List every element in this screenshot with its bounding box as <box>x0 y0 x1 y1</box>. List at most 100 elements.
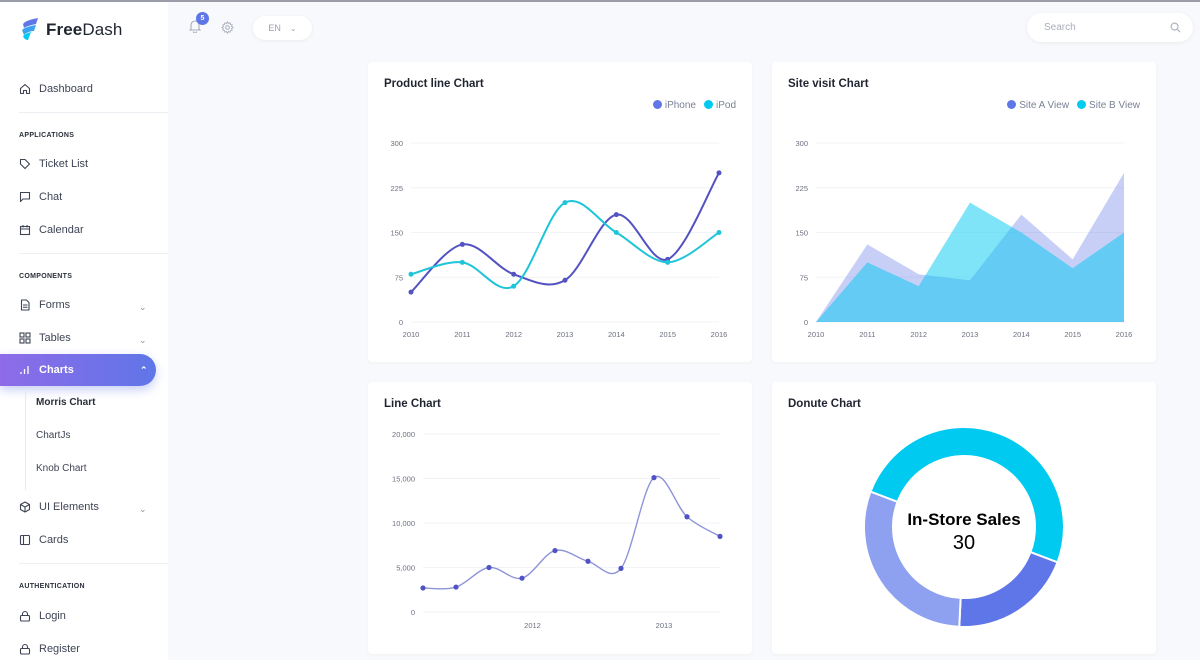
sidebar-item-label: Cards <box>39 534 69 546</box>
y-tick-label: 15,000 <box>392 475 415 484</box>
y-tick-label: 150 <box>390 229 403 238</box>
sidebar-item-label: Dashboard <box>39 83 93 95</box>
lock-icon <box>19 643 31 655</box>
y-tick-label: 20,000 <box>392 430 415 439</box>
sidebar-item-label: Chat <box>39 191 63 203</box>
lock-icon <box>19 610 31 622</box>
notification-count-badge: 5 <box>196 12 209 25</box>
chevron-up-icon: ⌃ <box>140 364 148 375</box>
data-point <box>716 170 722 176</box>
data-point <box>716 230 722 235</box>
sidebar-item-ui-elements[interactable]: UI Elements <box>19 501 99 513</box>
sidebar-item-ticket-list[interactable]: Ticket List <box>19 158 88 170</box>
donut-chart: In-Store Sales 30 <box>863 426 1065 628</box>
y-tick-label: 0 <box>399 318 403 327</box>
divider <box>19 563 168 564</box>
sidebar-item-tables[interactable]: Tables <box>19 332 71 344</box>
section-components: COMPONENTS <box>19 273 73 280</box>
search-icon[interactable] <box>1170 22 1181 33</box>
y-tick-label: 300 <box>390 139 403 148</box>
data-point <box>651 475 657 481</box>
product-line-chart: 0 75 150 225 300 2010 2011 2012 2013 2014 2015 2016 <box>390 139 728 339</box>
sidebar-item-login[interactable]: Login <box>19 610 66 622</box>
x-tick-label: 2011 <box>859 330 875 339</box>
data-point <box>459 241 465 247</box>
sidebar-item-label: Ticket List <box>39 158 89 170</box>
series-line <box>422 475 721 590</box>
box-icon <box>19 501 31 513</box>
line-chart-card: Line Chart 0 5,000 10,000 15,000 20,000 2012 2… <box>368 382 752 654</box>
y-tick-label: 300 <box>795 139 808 148</box>
sidebar-item-dashboard[interactable]: Dashboard <box>19 83 93 95</box>
submenu-item-chartjs[interactable]: ChartJs <box>36 430 70 441</box>
language-selector[interactable]: EN ⌄ <box>253 16 312 40</box>
chevron-down-icon[interactable]: ⌄ <box>139 504 147 515</box>
section-authentication: AUTHENTICATION <box>19 583 85 590</box>
product-line-chart-card: Product line Chart iPhone iPod 0 75 150 225… <box>368 62 752 362</box>
logo-icon <box>22 18 38 40</box>
y-tick-label: 0 <box>411 608 415 617</box>
gear-icon <box>221 21 234 34</box>
data-point <box>618 565 624 571</box>
x-tick-label: 2011 <box>454 330 470 339</box>
data-point <box>613 212 619 218</box>
data-point <box>519 575 525 581</box>
chevron-down-icon[interactable]: ⌄ <box>139 335 147 346</box>
x-tick-label: 2010 <box>808 330 825 339</box>
data-point <box>562 277 568 283</box>
data-point <box>552 547 558 554</box>
data-point <box>459 259 465 265</box>
search-input[interactable] <box>1044 22 1164 33</box>
sidebar-item-forms[interactable]: Forms <box>19 299 70 311</box>
data-point <box>511 271 517 277</box>
sidebar: FreeDash Dashboard APPLICATIONS Ticket L… <box>0 2 168 660</box>
submenu-item-knob-chart[interactable]: Knob Chart <box>36 463 87 474</box>
donut-center-value: 30 <box>953 532 975 554</box>
y-tick-label: 75 <box>395 273 403 282</box>
data-point <box>717 533 723 539</box>
sidebar-item-label: Login <box>39 610 66 622</box>
x-tick-label: 2013 <box>557 330 574 339</box>
y-tick-label: 225 <box>390 184 403 193</box>
section-applications: APPLICATIONS <box>19 132 75 139</box>
sidebar-layout-icon <box>19 534 31 546</box>
chevron-down-icon: ⌄ <box>289 23 297 33</box>
x-tick-label: 2015 <box>659 330 676 339</box>
sidebar-item-charts[interactable]: Charts ⌃ <box>0 354 156 386</box>
sidebar-item-label: Forms <box>39 299 71 311</box>
y-tick-label: 0 <box>804 318 808 327</box>
calendar-icon <box>19 225 31 236</box>
sidebar-item-label: Tables <box>39 332 71 344</box>
divider <box>19 112 168 113</box>
grid-icon <box>19 332 31 344</box>
donut-center-label: In-Store Sales <box>907 510 1020 529</box>
search-box <box>1027 13 1193 42</box>
data-point <box>511 283 517 289</box>
x-tick-label: 2013 <box>962 330 979 339</box>
donut-chart-card: Donute Chart In-Store Sales 30 <box>772 382 1156 654</box>
file-icon <box>20 299 30 311</box>
chevron-down-icon[interactable]: ⌄ <box>139 302 147 313</box>
x-tick-label: 2012 <box>524 621 541 630</box>
y-tick-label: 10,000 <box>392 519 415 528</box>
y-tick-label: 75 <box>800 273 808 282</box>
sidebar-item-chat[interactable]: Chat <box>19 191 62 203</box>
x-tick-label: 2016 <box>711 330 728 339</box>
series-line-ipod <box>410 200 720 290</box>
sidebar-item-label: Calendar <box>39 224 84 236</box>
divider <box>19 253 168 254</box>
data-point <box>562 200 568 206</box>
data-point <box>585 558 591 564</box>
data-point <box>486 564 492 571</box>
sidebar-item-register[interactable]: Register <box>19 643 80 655</box>
settings-button[interactable] <box>221 21 234 39</box>
brand-logo[interactable]: FreeDash <box>20 18 122 42</box>
chat-icon <box>19 191 31 203</box>
submenu-item-morris-chart[interactable]: Morris Chart <box>36 397 95 408</box>
x-tick-label: 2016 <box>1116 330 1133 339</box>
home-icon <box>19 83 31 95</box>
x-tick-label: 2014 <box>1013 330 1030 339</box>
sidebar-item-cards[interactable]: Cards <box>19 534 68 546</box>
data-point <box>665 259 671 265</box>
sidebar-item-calendar[interactable]: Calendar <box>19 224 84 236</box>
